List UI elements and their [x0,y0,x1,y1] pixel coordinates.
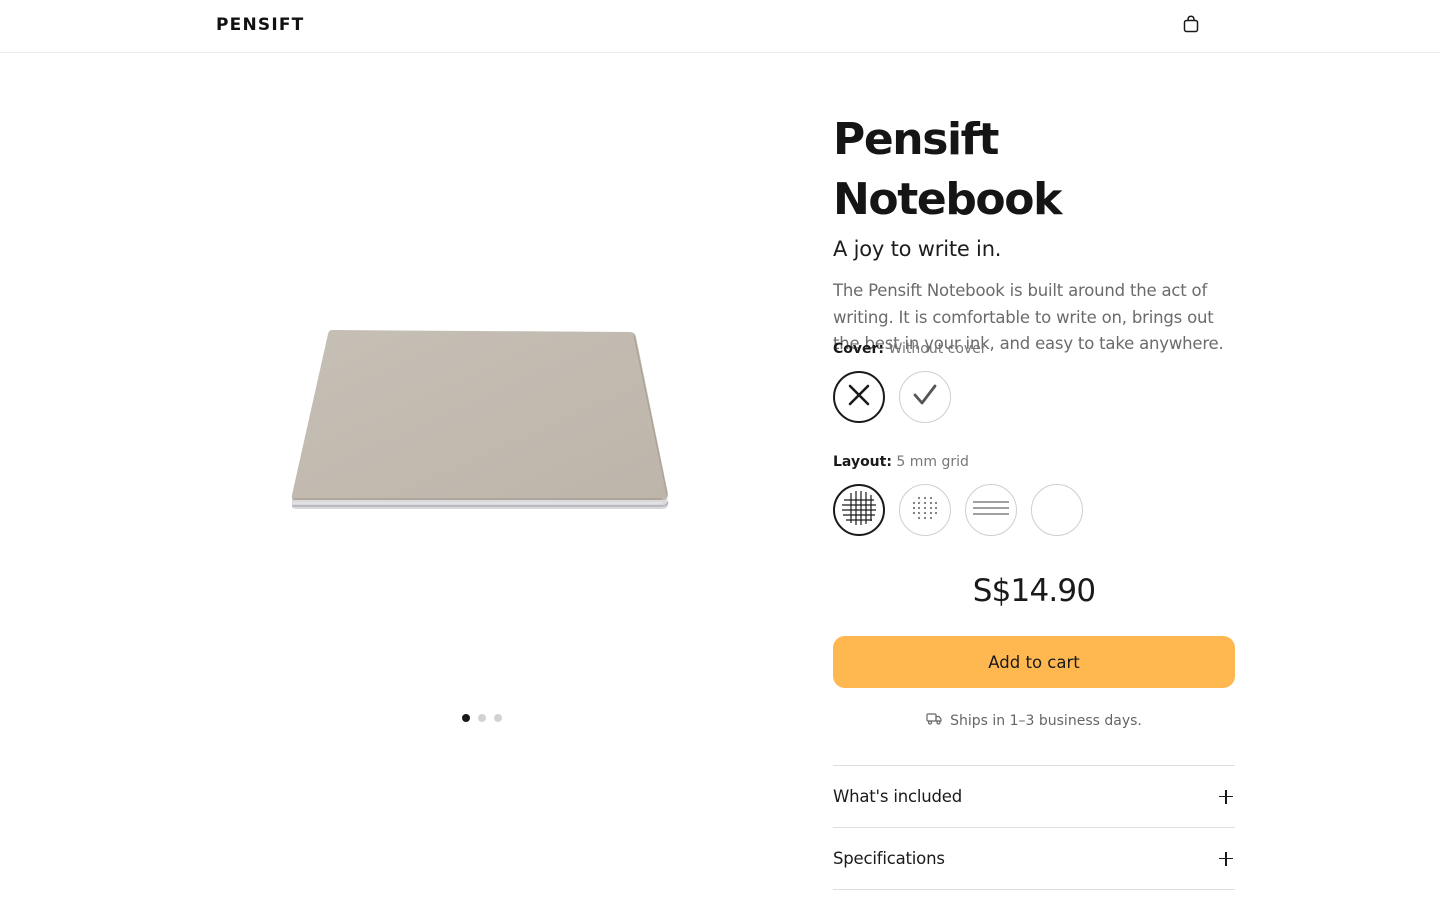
product-info: Pensift Notebook A joy to write in. The … [833,110,1235,890]
accordion-label: What's included [833,787,962,806]
cart-button[interactable] [1178,13,1204,39]
accordion-whats-included[interactable]: What's included [833,766,1235,828]
shipping-text: Ships in 1–3 business days. [950,712,1142,729]
notebook-closed-image [288,328,678,518]
plus-icon [1219,789,1233,804]
layout-label-name: Layout: [833,454,892,470]
accordion-label: Specifications [833,849,945,868]
layout-swatches [833,484,1083,536]
carousel-dots [461,713,503,723]
shopping-bag-icon [1182,15,1200,37]
layout-option-dotted[interactable] [899,484,951,536]
x-icon [846,382,872,412]
carousel-dot-1[interactable] [461,713,471,723]
cover-option-label: Cover: Without cover [833,339,987,359]
product-gallery [216,100,756,740]
layout-option-grid[interactable] [833,484,885,536]
checkmark-icon [912,382,938,412]
layout-option-label: Layout: 5 mm grid [833,452,969,472]
lines-icon [971,498,1011,522]
brand-logo[interactable]: PENSIFT [216,15,304,35]
product-tagline: A joy to write in. [833,237,1002,261]
grid-icon [840,489,878,531]
cover-label-name: Cover: [833,341,885,357]
product-price: S$14.90 [972,573,1096,609]
cover-swatches [833,371,951,423]
plus-icon [1219,851,1233,866]
layout-option-blank[interactable] [1031,484,1083,536]
truck-icon [926,712,942,729]
layout-option-lined[interactable] [965,484,1017,536]
site-header: PENSIFT [0,0,1440,53]
dots-grid-icon [910,493,940,527]
cover-selected-value: Without cover [888,341,987,357]
cover-option-with[interactable] [899,371,951,423]
carousel-dot-3[interactable] [493,713,503,723]
accordion-specifications[interactable]: Specifications [833,828,1235,890]
shipping-note: Ships in 1–3 business days. [833,712,1235,729]
product-title: Pensift Notebook [833,114,1062,225]
add-to-cart-button[interactable]: Add to cart [833,636,1235,688]
cover-option-without[interactable] [833,371,885,423]
product-accordion: What's included Specifications [833,765,1235,890]
layout-selected-value: 5 mm grid [896,454,969,470]
carousel-dot-2[interactable] [477,713,487,723]
